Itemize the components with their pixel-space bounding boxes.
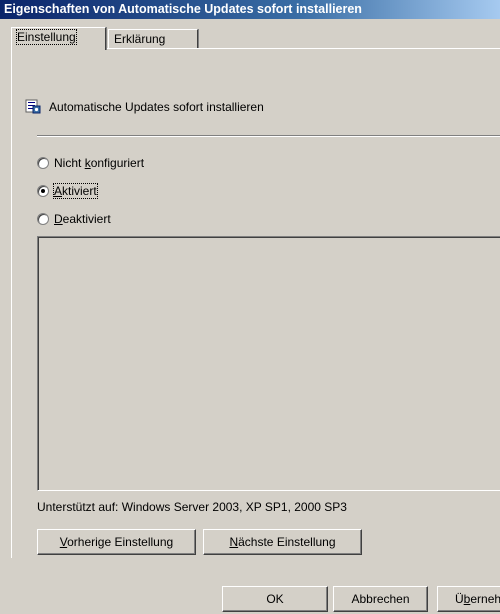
- radio-circle-selected[interactable]: [37, 185, 49, 197]
- tab-einstellung-label: Einstellung: [16, 29, 77, 45]
- radio-disabled-label: Deaktiviert: [54, 212, 111, 226]
- policy-title: Automatische Updates sofort installieren: [49, 100, 264, 114]
- title-bar[interactable]: Eigenschaften von Automatische Updates s…: [0, 0, 500, 19]
- radio-circle[interactable]: [37, 157, 49, 169]
- window-title: Eigenschaften von Automatische Updates s…: [4, 2, 362, 16]
- tab-erklaerung-label: Erklärung: [114, 32, 166, 46]
- tab-einstellung[interactable]: Einstellung: [11, 27, 106, 50]
- cancel-button[interactable]: Abbrechen: [333, 586, 428, 612]
- ok-button[interactable]: OK: [222, 586, 328, 612]
- radio-not-configured-label: Nicht konfiguriert: [54, 156, 145, 170]
- radio-enabled-label: Aktiviert: [53, 183, 98, 199]
- apply-button[interactable]: Übernehmen: [437, 586, 500, 612]
- tab-erklaerung[interactable]: Erklärung: [108, 29, 198, 49]
- previous-setting-button[interactable]: Vorherige Einstellung: [37, 529, 196, 555]
- separator: [37, 135, 500, 137]
- supported-on-text: Unterstützt auf: Windows Server 2003, XP…: [37, 500, 347, 514]
- comment-box[interactable]: [37, 236, 500, 491]
- next-setting-button[interactable]: Nächste Einstellung: [203, 529, 362, 555]
- policy-icon: [25, 99, 41, 114]
- radio-circle[interactable]: [37, 213, 49, 225]
